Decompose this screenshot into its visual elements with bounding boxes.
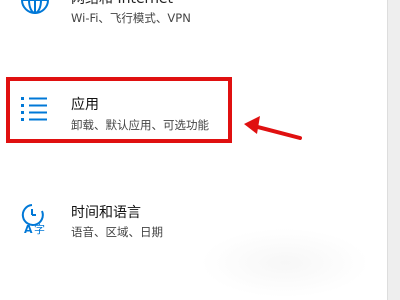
settings-item-subtitle: 语音、区域、日期 <box>71 225 163 239</box>
settings-panel: 网络和 Internet Wi-Fi、飞行模式、VPN 应用 卸载、默认应用、可… <box>0 0 388 300</box>
background-blur <box>200 228 370 298</box>
settings-item-title: 网络和 Internet <box>71 0 173 8</box>
svg-text:字: 字 <box>34 222 45 235</box>
settings-item-subtitle: 卸载、默认应用、可选功能 <box>71 118 209 132</box>
settings-item-subtitle: Wi-Fi、飞行模式、VPN <box>71 11 191 25</box>
apps-list-icon <box>18 93 52 127</box>
time-language-icon: A 字 <box>18 201 52 236</box>
settings-item-title: 应用 <box>71 97 99 113</box>
svg-text:A: A <box>24 223 33 235</box>
settings-item-title: 时间和语言 <box>71 205 141 221</box>
window-edge <box>387 0 400 300</box>
globe-icon <box>18 0 52 28</box>
settings-item-apps[interactable]: 应用 卸载、默认应用、可选功能 <box>0 79 300 141</box>
settings-item-network[interactable]: 网络和 Internet Wi-Fi、飞行模式、VPN <box>0 0 300 42</box>
